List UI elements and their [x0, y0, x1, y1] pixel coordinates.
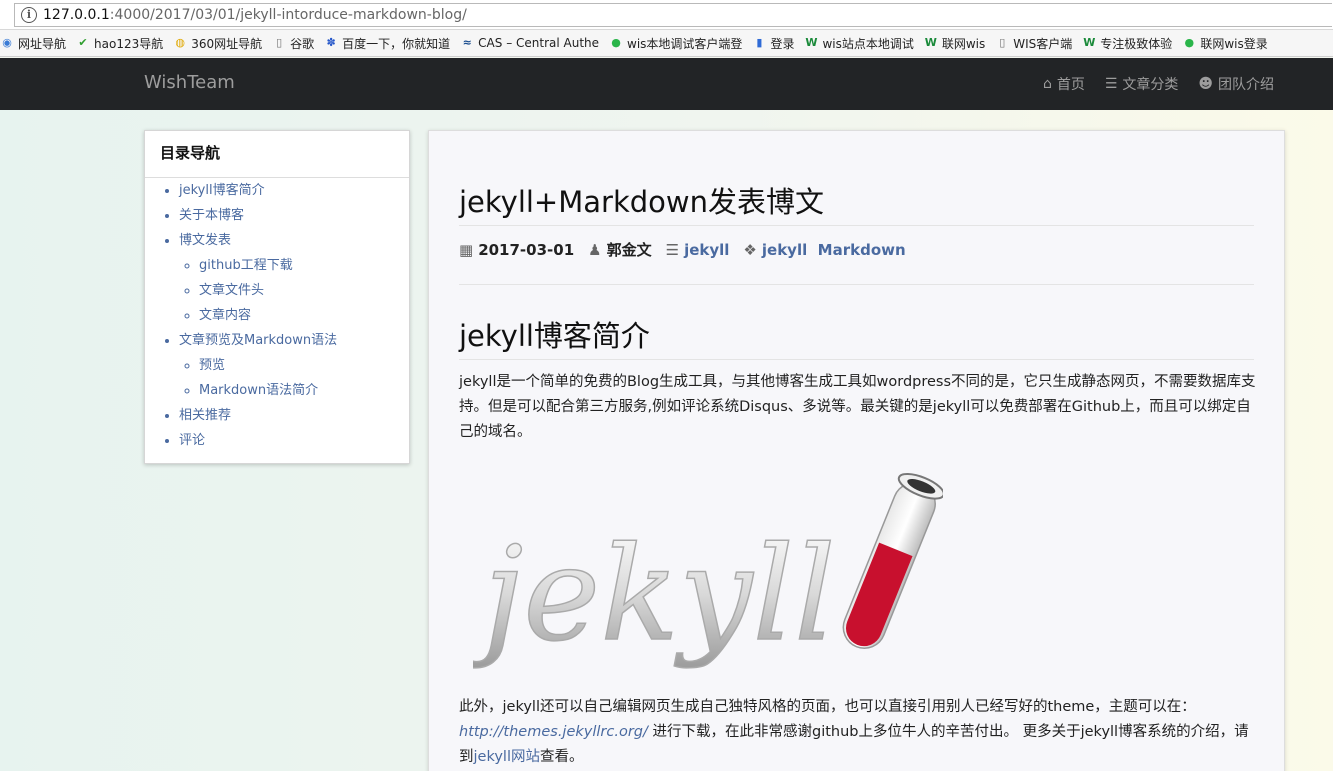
calendar-icon: ▦ [459, 240, 474, 259]
address-bar[interactable]: i 127.0.0.1:4000/2017/03/01/jekyll-intor… [0, 0, 1333, 30]
toc-item[interactable]: 评论 [179, 428, 409, 453]
bookmark-item[interactable]: ✽ 百度一下，你就知道 [324, 35, 451, 52]
user-icon: ♟ [588, 240, 602, 259]
baidu-icon: ✽ [326, 36, 336, 49]
bookmark-item[interactable]: ● wis本地调试客户端登 [609, 35, 742, 52]
divider [459, 284, 1254, 285]
article-category[interactable]: jekyll [684, 241, 729, 259]
jekyll-site-link[interactable]: jekyll网站 [474, 749, 540, 765]
bar-icon: ▮ [756, 36, 763, 49]
toc-title: 目录导航 [145, 131, 409, 178]
section-title: jekyll博客简介 [459, 319, 650, 353]
list-icon: ☰ [1104, 76, 1118, 92]
para2-text: 此外，jekyll还可以自己编辑网页生成自己独特风格的页面，也可以直接引用别人已… [459, 699, 1196, 715]
bookmark-item[interactable]: W 联网wis [924, 35, 985, 52]
bookmark-label: hao123导航 [94, 36, 164, 51]
toc-subitem[interactable]: github工程下载 [199, 253, 409, 278]
info-icon[interactable]: i [21, 7, 37, 23]
bookmark-item[interactable]: Wwis站点本地调试 [804, 35, 913, 52]
toc-item[interactable]: 相关推荐 [179, 403, 409, 428]
article-author: 郭金文 [606, 241, 652, 259]
bookmark-label: 谷歌 [290, 36, 315, 51]
toc-subitem[interactable]: 文章内容 [199, 303, 409, 328]
toc-item[interactable]: 博文发表 github工程下载 文章文件头 文章内容 [179, 228, 409, 328]
bookmark-item[interactable]: ▮ 登录 [752, 35, 794, 52]
nav-categories[interactable]: ☰ 文章分类 [1105, 74, 1179, 94]
divider [459, 359, 1254, 360]
toc-panel: 目录导航 jekyll博客简介 关于本博客 博文发表 github工程下载 文章… [144, 130, 410, 464]
green-dot-icon: ● [1184, 36, 1195, 49]
nav-links: ⌂ 首页 ☰ 文章分类 ☻ 团队介绍 [1023, 74, 1274, 94]
bookmark-label: 网址导航 [18, 36, 67, 51]
intro-paragraph: jekyll是一个简单的免费的Blog生成工具，与其他博客生成工具如wordpr… [459, 374, 1256, 440]
list-icon: ☰ [665, 240, 680, 259]
nav-categories-label: 文章分类 [1122, 77, 1179, 93]
url-path: :4000/2017/03/01/jekyll-intorduce-markdo… [109, 7, 467, 23]
bookmark-label: 联网wis登录 [1200, 36, 1268, 51]
bookmark-label: 联网wis [941, 36, 986, 51]
toc-item-label[interactable]: 博文发表 [179, 233, 231, 248]
page-icon: ▯ [276, 36, 283, 49]
page-icon: ▯ [999, 36, 1006, 49]
bookmark-label: 专注极致体验 [1100, 36, 1173, 51]
green-dot-icon: ● [611, 36, 621, 49]
bookmark-item[interactable]: ◍ 360网址导航 [173, 35, 262, 52]
360-icon: ◍ [175, 36, 186, 49]
toc-subitem[interactable]: 文章文件头 [199, 278, 409, 303]
hao123-icon: ✔ [78, 36, 88, 49]
bookmark-item[interactable]: ● 联网wis登录 [1182, 35, 1268, 52]
logo-text: jekyll [473, 518, 836, 669]
bookmark-item[interactable]: ✔ hao123导航 [76, 35, 163, 52]
jekyll-logo: jekyll [473, 473, 943, 669]
cas-icon: ≈ [462, 36, 472, 49]
bookmark-label: 登录 [770, 36, 795, 51]
more-paragraph: 此外，jekyll还可以自己编辑网页生成自己独特风格的页面，也可以直接引用别人已… [459, 695, 1259, 770]
tags-icon: ❖ [743, 240, 757, 259]
site-brand[interactable]: WishTeam [144, 72, 235, 93]
article-panel: jekyll+Markdown发表博文 ▦ 2017-03-01 ♟ 郭金文 ☰ je… [428, 130, 1285, 771]
bookmark-label: CAS – Central Authe [478, 36, 600, 50]
toc-subitem[interactable]: 预览 [199, 353, 409, 378]
bookmark-label: WIS客户端 [1013, 36, 1073, 51]
toc-item[interactable]: 文章预览及Markdown语法 预览 Markdown语法简介 [179, 328, 409, 403]
url-host: 127.0.0.1 [43, 7, 110, 23]
article-title: jekyll+Markdown发表博文 [459, 185, 824, 219]
divider [459, 225, 1254, 226]
site-navbar: WishTeam ⌂ 首页 ☰ 文章分类 ☻ 团队介绍 [0, 58, 1333, 110]
nav-home[interactable]: ⌂ 首页 [1043, 74, 1085, 94]
themes-link[interactable]: http://themes.jekyllrc.org/ [459, 724, 648, 740]
bookmark-label: 百度一下，你就知道 [342, 36, 451, 51]
w-icon: W [805, 36, 818, 49]
toc-subitem[interactable]: Markdown语法简介 [199, 378, 409, 403]
article-meta: ▦ 2017-03-01 ♟ 郭金文 ☰ jekyll ❖ jekyll Markdow… [459, 239, 920, 260]
globe-icon: ◉ [2, 36, 12, 49]
bookmark-label: 360网址导航 [191, 36, 263, 51]
bookmark-item[interactable]: W 专注极致体验 [1082, 35, 1172, 52]
bookmark-item[interactable]: ◉ 网址导航 [0, 35, 66, 52]
para2-text: 查看。 [539, 749, 584, 765]
w-icon: W [1083, 36, 1096, 49]
bookmark-item[interactable]: ≈ CAS – Central Authe [460, 36, 599, 50]
article-tags[interactable]: jekyll Markdown [762, 241, 906, 259]
nav-team-label: 团队介绍 [1218, 77, 1274, 93]
bookmark-item[interactable]: ▯ WIS客户端 [995, 35, 1072, 52]
home-icon: ⌂ [1042, 76, 1052, 92]
nav-team[interactable]: ☻ 团队介绍 [1198, 74, 1274, 94]
toc-item[interactable]: jekyll博客简介 [179, 178, 409, 203]
toc-item[interactable]: 关于本博客 [179, 203, 409, 228]
toc-item-label[interactable]: 文章预览及Markdown语法 [179, 333, 337, 348]
bookmark-item[interactable]: ▯ 谷歌 [272, 35, 314, 52]
users-icon: ☻ [1198, 76, 1213, 92]
article-date: 2017-03-01 [478, 240, 575, 259]
bookmark-label: wis站点本地调试 [822, 36, 914, 51]
nav-home-label: 首页 [1056, 77, 1085, 93]
bookmarks-bar: ◉ 网址导航 ✔ hao123导航 ◍ 360网址导航 ▯ 谷歌 ✽ 百度一下，你就知道 ≈ CAS … [0, 30, 1333, 57]
w-icon: W [924, 36, 937, 49]
bookmark-label: wis本地调试客户端登 [627, 36, 743, 51]
